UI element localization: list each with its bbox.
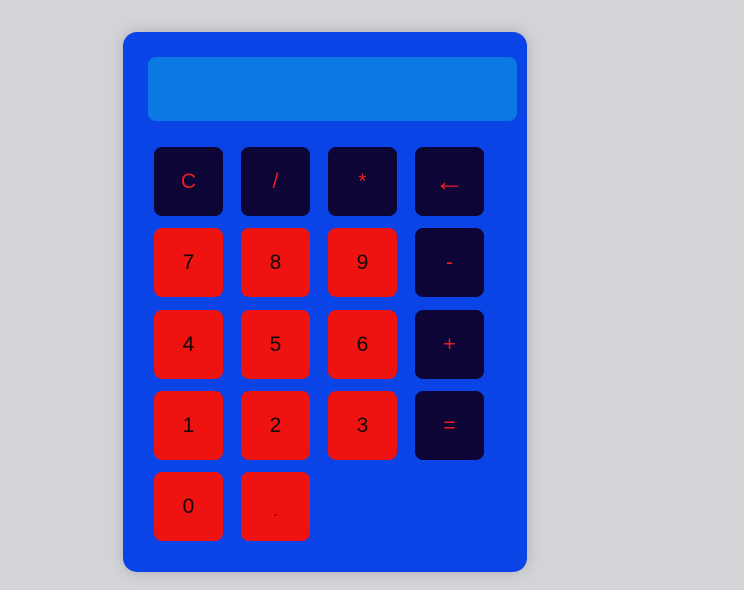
digit-7-button[interactable]: 7 [154,228,223,297]
plus-button[interactable]: + [415,310,484,379]
minus-button[interactable]: - [415,228,484,297]
digit-2-button[interactable]: 2 [241,391,310,460]
digit-0-button[interactable]: 0 [154,472,223,541]
digit-3-button[interactable]: 3 [328,391,397,460]
decimal-point-button[interactable]: . [241,472,310,541]
digit-1-button[interactable]: 1 [154,391,223,460]
clear-button[interactable]: C [154,147,223,216]
calculator-display [148,57,517,121]
equals-button[interactable]: = [415,391,484,460]
digit-4-button[interactable]: 4 [154,310,223,379]
digit-9-button[interactable]: 9 [328,228,397,297]
multiply-button[interactable]: * [328,147,397,216]
digit-5-button[interactable]: 5 [241,310,310,379]
calculator: C / * ← 7 8 9 - 4 5 6 + 1 2 3 = 0 . [123,32,527,572]
backspace-button[interactable]: ← [415,147,484,216]
digit-6-button[interactable]: 6 [328,310,397,379]
divide-button[interactable]: / [241,147,310,216]
digit-8-button[interactable]: 8 [241,228,310,297]
